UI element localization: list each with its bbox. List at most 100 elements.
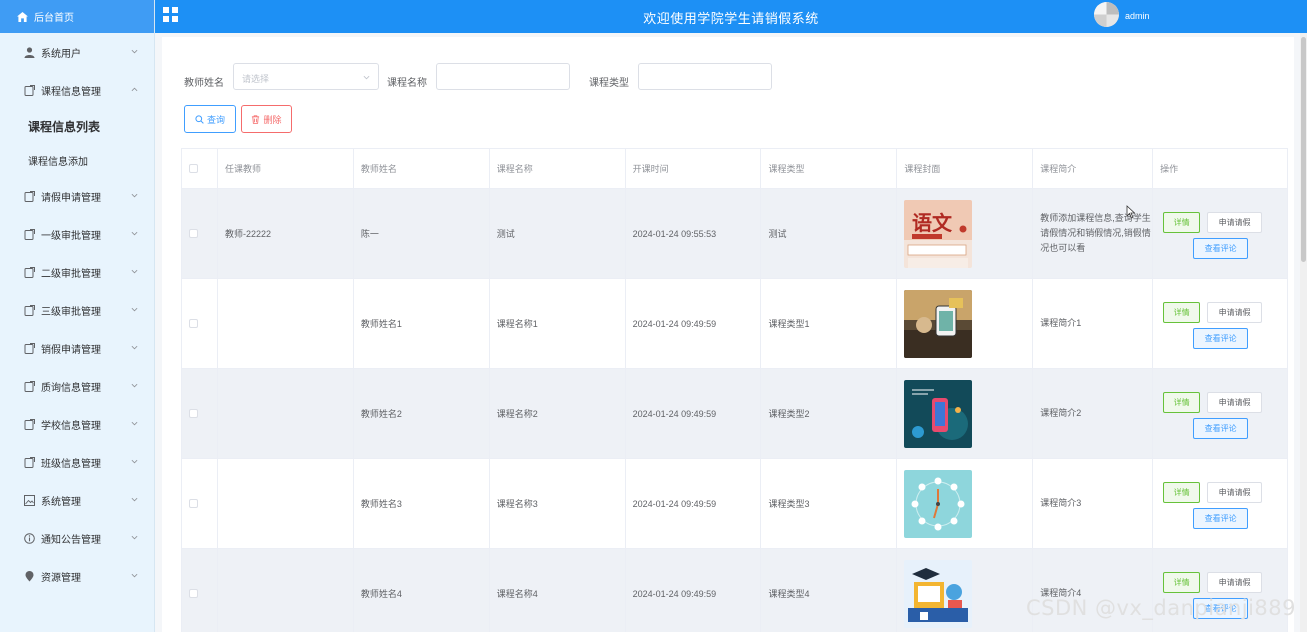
apply-leave-button[interactable]: 申请请假: [1207, 392, 1263, 413]
column-header: 课程类型: [761, 149, 898, 188]
sidebar-item[interactable]: 二级审批管理: [0, 253, 154, 291]
sidebar-item[interactable]: 系统用户: [0, 33, 154, 71]
doc-icon: [24, 380, 35, 392]
sidebar-subitem-course-add[interactable]: 课程信息添加: [0, 143, 154, 177]
select-all-checkbox[interactable]: [189, 164, 198, 173]
teacher-select[interactable]: 请选择: [233, 63, 379, 90]
top-bar: 欢迎使用学院学生请销假系统 admin: [155, 0, 1307, 33]
apply-leave-button[interactable]: 申请请假: [1207, 302, 1263, 323]
delete-button[interactable]: 删除: [241, 105, 292, 133]
detail-button[interactable]: 详情: [1163, 302, 1201, 323]
course-cover-image[interactable]: [904, 559, 973, 628]
row-checkbox[interactable]: [189, 319, 198, 328]
sidebar-item[interactable]: 一级审批管理: [0, 215, 154, 253]
detail-button[interactable]: 详情: [1163, 482, 1201, 503]
row-checkbox[interactable]: [189, 409, 198, 418]
cell-course: 课程名称4: [490, 549, 626, 632]
row-checkbox[interactable]: [189, 499, 198, 508]
watermark: CSDN @vx_danpianji889: [1026, 596, 1297, 620]
cell-time: 2024-01-24 09:55:53: [626, 189, 762, 278]
cell-teacher-name: 教师姓名2: [354, 369, 490, 458]
chevron-down-icon: [131, 47, 138, 54]
sidebar-item[interactable]: 班级信息管理: [0, 443, 154, 481]
cell-type: 测试: [761, 189, 898, 278]
doc-icon: [24, 456, 35, 468]
cell-teacher-name: 教师姓名3: [354, 459, 490, 548]
view-comments-button[interactable]: 查看评论: [1193, 508, 1249, 529]
username[interactable]: admin: [1125, 11, 1150, 21]
search-icon: [195, 114, 204, 124]
doc-icon: [24, 304, 35, 316]
table-header-row: 任课教师 教师姓名 课程名称 开课时间 课程类型 课程封面 课程简介 操作: [182, 149, 1288, 189]
mouse-cursor-icon: [1126, 205, 1136, 219]
info-icon: [24, 532, 35, 544]
course-name-input[interactable]: [436, 63, 570, 90]
view-comments-button[interactable]: 查看评论: [1193, 328, 1249, 349]
cell-type: 课程类型4: [761, 549, 898, 632]
sidebar-item[interactable]: 系统管理: [0, 481, 154, 519]
column-header: 操作: [1153, 149, 1288, 188]
sidebar-item-label: 系统管理: [41, 496, 81, 508]
chevron-down-icon: [131, 191, 138, 198]
detail-button[interactable]: 详情: [1163, 392, 1201, 413]
table-row: 教师姓名2 课程名称2 2024-01-24 09:49:59 课程类型2 课程简介2 …: [182, 369, 1288, 459]
sidebar-item-label: 三级审批管理: [41, 306, 101, 318]
cell-course: 课程名称3: [490, 459, 626, 548]
cell-teacher-name: 教师姓名1: [354, 279, 490, 368]
sidebar-item-label: 通知公告管理: [41, 534, 101, 546]
cell-time: 2024-01-24 09:49:59: [626, 459, 762, 548]
sidebar-item[interactable]: 质询信息管理: [0, 367, 154, 405]
apply-leave-button[interactable]: 申请请假: [1207, 212, 1263, 233]
course-cover-image[interactable]: [904, 469, 973, 538]
view-comments-button[interactable]: 查看评论: [1193, 418, 1249, 439]
page-scrollbar[interactable]: [1300, 33, 1307, 632]
cell-teacher-id: [218, 279, 354, 368]
detail-button[interactable]: 详情: [1163, 572, 1201, 593]
detail-button[interactable]: 详情: [1163, 212, 1201, 233]
user-icon: [24, 46, 35, 58]
course-type-input[interactable]: [638, 63, 772, 90]
row-checkbox[interactable]: [189, 589, 198, 598]
column-header: 教师姓名: [354, 149, 490, 188]
teacher-filter-label: 教师姓名: [184, 78, 224, 89]
course-cover-image[interactable]: 语文: [904, 199, 973, 268]
doc-icon: [24, 84, 35, 96]
sidebar-item[interactable]: 课程信息管理: [0, 71, 154, 109]
sidebar-item[interactable]: 三级审批管理: [0, 291, 154, 329]
sidebar-item[interactable]: 请假申请管理: [0, 177, 154, 215]
sidebar-item[interactable]: 通知公告管理: [0, 519, 154, 557]
avatar[interactable]: [1094, 2, 1119, 27]
cell-type: 课程类型1: [761, 279, 898, 368]
table-row: 教师姓名1 课程名称1 2024-01-24 09:49:59 课程类型1 课程简介1 …: [182, 279, 1288, 369]
sidebar-home[interactable]: 后台首页: [0, 0, 154, 33]
sidebar-item-label: 学校信息管理: [41, 420, 101, 432]
sidebar-item-label: 质询信息管理: [41, 382, 101, 394]
row-actions: 详情 申请请假 查看评论: [1153, 459, 1287, 548]
sidebar-item[interactable]: 资源管理: [0, 557, 154, 595]
scrollbar-thumb[interactable]: [1301, 37, 1306, 262]
course-table: 任课教师 教师姓名 课程名称 开课时间 课程类型 课程封面 课程简介 操作 教师-22222 陈…: [181, 148, 1288, 632]
sidebar-subitem-course-list[interactable]: 课程信息列表: [0, 109, 154, 143]
row-actions: 详情 申请请假 查看评论: [1153, 279, 1287, 368]
apply-leave-button[interactable]: 申请请假: [1207, 482, 1263, 503]
sidebar-item-label: 班级信息管理: [41, 458, 101, 470]
chevron-down-icon: [131, 229, 138, 236]
delete-button-label: 删除: [263, 114, 282, 125]
course-cover-image[interactable]: [904, 289, 973, 358]
cell-intro: 教师添加课程信息,查询学生请假情况和销假情况,销假情况也可以看: [1033, 189, 1154, 278]
apply-leave-button[interactable]: 申请请假: [1207, 572, 1263, 593]
chevron-down-icon: [131, 267, 138, 274]
cell-intro: 课程简介2: [1033, 369, 1154, 458]
svg-text:语文: 语文: [912, 211, 953, 235]
sidebar-item[interactable]: 销假申请管理: [0, 329, 154, 367]
table-row: 教师-22222 陈一 测试 2024-01-24 09:55:53 测试 语文 教师添加课…: [182, 189, 1288, 279]
cell-time: 2024-01-24 09:49:59: [626, 369, 762, 458]
query-button[interactable]: 查询: [184, 105, 236, 133]
sidebar-item[interactable]: 学校信息管理: [0, 405, 154, 443]
view-comments-button[interactable]: 查看评论: [1193, 238, 1249, 259]
query-button-label: 查询: [206, 114, 225, 125]
course-cover-image[interactable]: [904, 379, 973, 448]
cell-time: 2024-01-24 09:49:59: [626, 549, 762, 632]
row-checkbox[interactable]: [189, 229, 198, 238]
picture-icon: [24, 494, 35, 506]
